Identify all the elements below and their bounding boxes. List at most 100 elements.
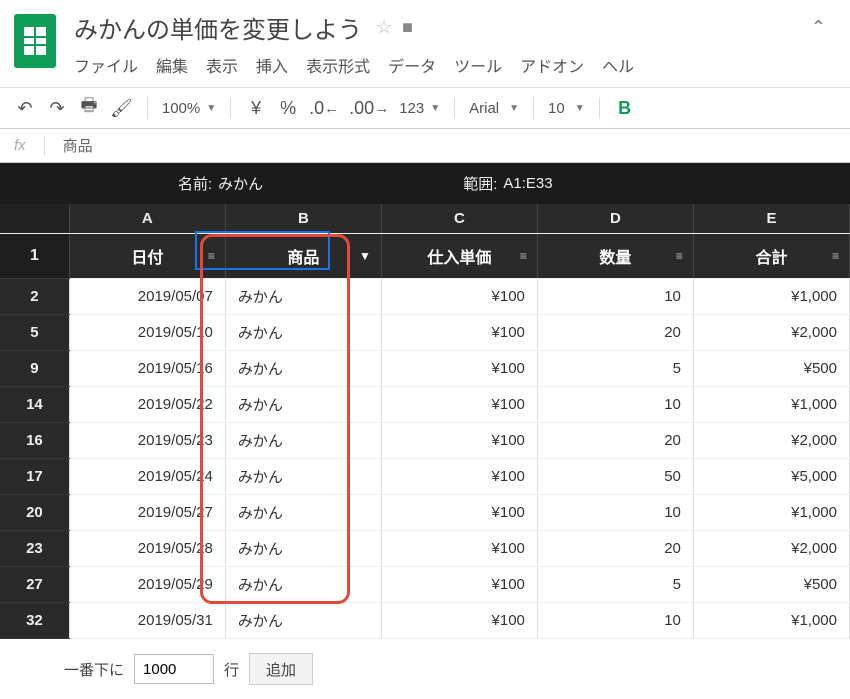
redo-icon[interactable]: ↷	[46, 96, 68, 120]
table-row[interactable]: 52019/05/10みかん¥10020¥2,000	[0, 315, 850, 351]
cell-total[interactable]: ¥2,000	[693, 315, 849, 351]
folder-icon[interactable]: ■	[402, 17, 413, 38]
cell-total[interactable]: ¥2,000	[693, 423, 849, 459]
doc-title[interactable]: みかんの単価を変更しよう	[74, 10, 362, 45]
cell-product[interactable]: みかん	[225, 423, 381, 459]
print-icon[interactable]: 🖶	[78, 96, 100, 120]
undo-icon[interactable]: ↶	[14, 96, 36, 120]
row-number[interactable]: 23	[0, 531, 69, 567]
cell-qty[interactable]: 20	[537, 315, 693, 351]
cell-price[interactable]: ¥100	[381, 279, 537, 315]
menu-format[interactable]: 表示形式	[306, 53, 370, 77]
cell-total[interactable]: ¥2,000	[693, 531, 849, 567]
table-row[interactable]: 172019/05/24みかん¥10050¥5,000	[0, 459, 850, 495]
range-ref-value[interactable]: A1:E33	[503, 175, 552, 192]
cell-total[interactable]: ¥5,000	[693, 459, 849, 495]
cell-price[interactable]: ¥100	[381, 423, 537, 459]
menu-insert[interactable]: 挿入	[256, 53, 288, 77]
cell-qty[interactable]: 50	[537, 459, 693, 495]
row-number[interactable]: 20	[0, 495, 69, 531]
menu-addons[interactable]: アドオン	[520, 53, 584, 77]
add-rows-input[interactable]	[134, 654, 214, 684]
font-dropdown-icon[interactable]: ▼	[509, 103, 519, 114]
cell-product[interactable]: みかん	[225, 531, 381, 567]
sheets-icon[interactable]	[14, 14, 56, 68]
cell-date[interactable]: 2019/05/31	[69, 603, 225, 639]
menu-tools[interactable]: ツール	[454, 53, 502, 77]
cell-date[interactable]: 2019/05/16	[69, 351, 225, 387]
add-rows-button[interactable]: 追加	[249, 653, 313, 685]
cell-price[interactable]: ¥100	[381, 459, 537, 495]
menu-help[interactable]: ヘル	[602, 53, 634, 77]
cell-date[interactable]: 2019/05/23	[69, 423, 225, 459]
col-header-a[interactable]: A	[69, 204, 225, 234]
increase-decimal-icon[interactable]: .00→	[349, 96, 389, 120]
font-size-dropdown-icon[interactable]: ▼	[575, 103, 585, 114]
cell-product[interactable]: みかん	[225, 387, 381, 423]
cell-total[interactable]: ¥500	[693, 351, 849, 387]
cell-total[interactable]: ¥1,000	[693, 387, 849, 423]
cell-date[interactable]: 2019/05/10	[69, 315, 225, 351]
col-header-e[interactable]: E	[693, 204, 849, 234]
row-number[interactable]: 17	[0, 459, 69, 495]
filter-icon[interactable]: ▼	[359, 249, 371, 263]
cell-product[interactable]: みかん	[225, 459, 381, 495]
cell-date[interactable]: 2019/05/29	[69, 567, 225, 603]
filter-icon[interactable]: ≡	[832, 249, 839, 263]
cell-product[interactable]: みかん	[225, 279, 381, 315]
cell-product[interactable]: みかん	[225, 567, 381, 603]
row-number[interactable]: 9	[0, 351, 69, 387]
col-header-b[interactable]: B	[225, 204, 381, 234]
cell-date[interactable]: 2019/05/28	[69, 531, 225, 567]
cell-product[interactable]: みかん	[225, 603, 381, 639]
header-qty[interactable]: 数量≡	[537, 234, 693, 279]
table-row[interactable]: 22019/05/07みかん¥10010¥1,000	[0, 279, 850, 315]
decrease-decimal-icon[interactable]: .0←	[309, 96, 339, 120]
cell-product[interactable]: みかん	[225, 495, 381, 531]
header-total[interactable]: 合計≡	[693, 234, 849, 279]
cell-price[interactable]: ¥100	[381, 567, 537, 603]
collapse-icon[interactable]: ⌃	[811, 17, 836, 38]
row-number[interactable]: 16	[0, 423, 69, 459]
menu-view[interactable]: 表示	[206, 53, 238, 77]
cell-total[interactable]: ¥1,000	[693, 495, 849, 531]
cell-qty[interactable]: 10	[537, 387, 693, 423]
header-date[interactable]: 日付≡	[69, 234, 225, 279]
cell-qty[interactable]: 5	[537, 567, 693, 603]
cell-total[interactable]: ¥1,000	[693, 603, 849, 639]
table-row[interactable]: 232019/05/28みかん¥10020¥2,000	[0, 531, 850, 567]
formula-value[interactable]: 商品	[63, 135, 93, 156]
cell-qty[interactable]: 20	[537, 531, 693, 567]
star-icon[interactable]: ☆	[376, 17, 392, 38]
cell-qty[interactable]: 10	[537, 603, 693, 639]
cell-product[interactable]: みかん	[225, 351, 381, 387]
cell-date[interactable]: 2019/05/27	[69, 495, 225, 531]
paint-format-icon[interactable]: 🖌	[110, 96, 133, 120]
filter-icon[interactable]: ≡	[208, 249, 215, 263]
cell-price[interactable]: ¥100	[381, 315, 537, 351]
cell-date[interactable]: 2019/05/07	[69, 279, 225, 315]
filter-icon[interactable]: ≡	[520, 249, 527, 263]
row-header-1[interactable]: 1	[0, 234, 69, 279]
select-all-corner[interactable]	[0, 204, 69, 234]
cell-qty[interactable]: 10	[537, 495, 693, 531]
cell-price[interactable]: ¥100	[381, 351, 537, 387]
header-product[interactable]: 商品▼	[225, 234, 381, 279]
number-format-select[interactable]: 123▼	[399, 100, 440, 117]
cell-qty[interactable]: 10	[537, 279, 693, 315]
percent-icon[interactable]: %	[277, 96, 299, 120]
filter-icon[interactable]: ≡	[676, 249, 683, 263]
range-name-value[interactable]: みかん	[218, 173, 263, 194]
cell-date[interactable]: 2019/05/22	[69, 387, 225, 423]
cell-date[interactable]: 2019/05/24	[69, 459, 225, 495]
currency-icon[interactable]: ¥	[245, 96, 267, 120]
cell-price[interactable]: ¥100	[381, 603, 537, 639]
col-header-d[interactable]: D	[537, 204, 693, 234]
col-header-c[interactable]: C	[381, 204, 537, 234]
table-row[interactable]: 202019/05/27みかん¥10010¥1,000	[0, 495, 850, 531]
menu-edit[interactable]: 編集	[156, 53, 188, 77]
table-row[interactable]: 162019/05/23みかん¥10020¥2,000	[0, 423, 850, 459]
table-row[interactable]: 92019/05/16みかん¥1005¥500	[0, 351, 850, 387]
cell-qty[interactable]: 20	[537, 423, 693, 459]
table-row[interactable]: 142019/05/22みかん¥10010¥1,000	[0, 387, 850, 423]
